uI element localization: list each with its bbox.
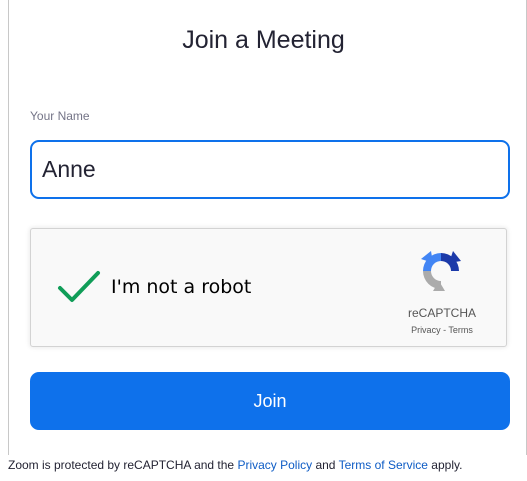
footer-text-middle: and <box>312 458 339 472</box>
page-title: Join a Meeting <box>182 26 345 54</box>
name-input[interactable] <box>30 140 510 199</box>
recaptcha-privacy-link[interactable]: Privacy <box>411 325 441 335</box>
recaptcha-footer-notice: Zoom is protected by reCAPTCHA and the P… <box>8 458 527 472</box>
recaptcha-terms-link[interactable]: Terms <box>448 325 473 335</box>
recaptcha-brand: reCAPTCHA <box>407 306 476 320</box>
join-button[interactable]: Join <box>30 372 510 430</box>
checkmark-icon[interactable] <box>57 269 101 305</box>
recaptcha-widget: I'm not a robot reCAPTCHA Privacy - Term… <box>30 228 507 347</box>
terms-of-service-link[interactable]: Terms of Service <box>339 458 428 472</box>
name-field-label: Your Name <box>30 109 90 123</box>
recaptcha-logo-icon <box>421 251 461 291</box>
recaptcha-checkbox-label: I'm not a robot <box>111 276 252 298</box>
privacy-policy-link[interactable]: Privacy Policy <box>237 458 312 472</box>
footer-text-after: apply. <box>427 458 463 472</box>
footer-text-before: Zoom is protected by reCAPTCHA and the <box>8 458 238 472</box>
recaptcha-links: Privacy - Terms <box>392 325 492 335</box>
